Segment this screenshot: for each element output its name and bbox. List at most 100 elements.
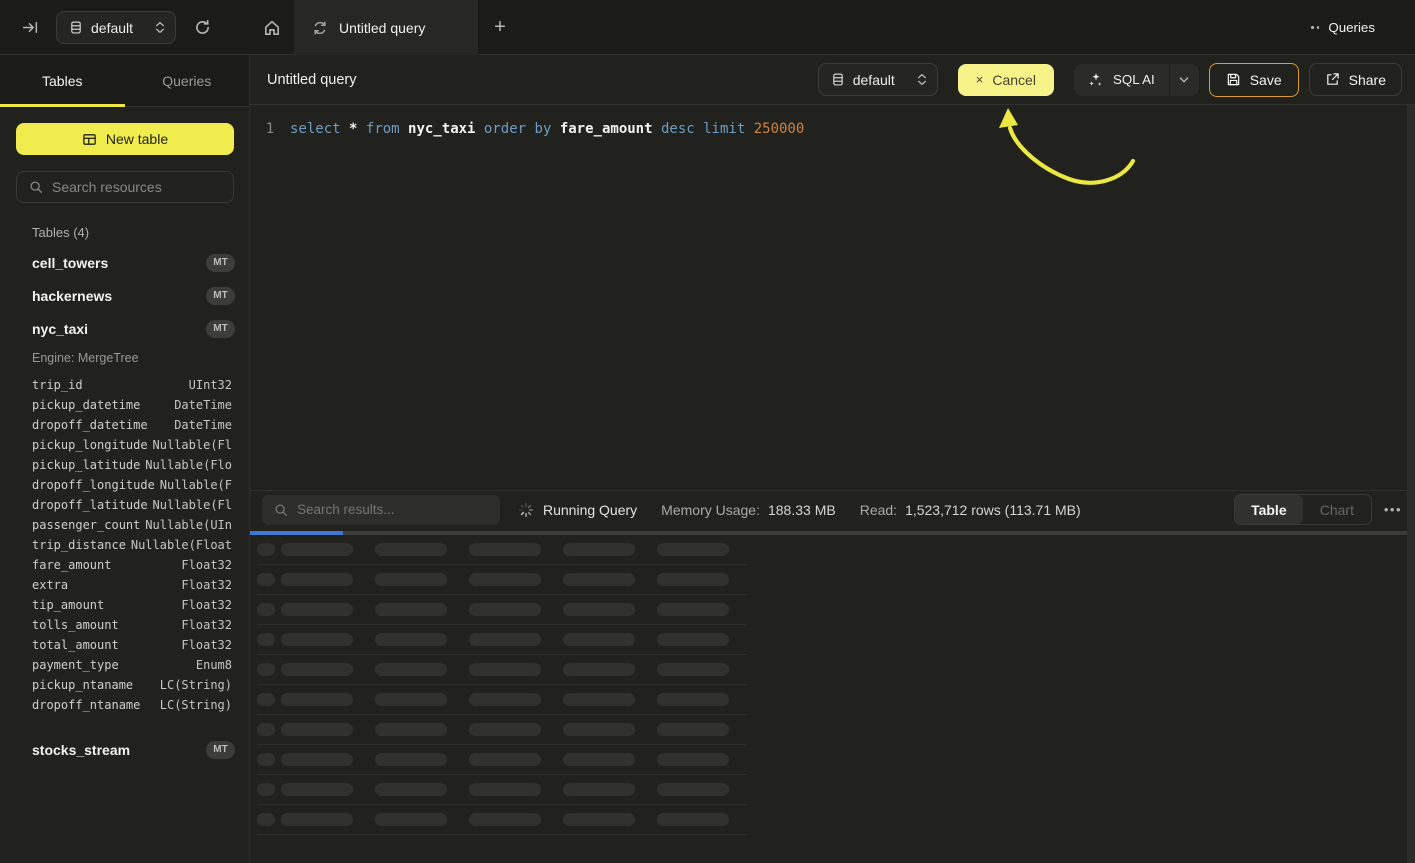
top-bar: default: [0, 0, 1415, 55]
column-name: fare_amount: [32, 558, 111, 572]
column-type: Float32: [181, 578, 232, 592]
skeleton-cell: [257, 723, 275, 736]
skeleton-row: [257, 535, 747, 565]
home-button[interactable]: [250, 0, 294, 55]
share-button[interactable]: Share: [1309, 63, 1402, 96]
query-header: Untitled query default × Cancel: [250, 55, 1415, 105]
column-row: dropoff_latitudeNullable(Fl: [0, 495, 249, 515]
sidebar-tabs: Tables Queries: [0, 55, 249, 107]
cancel-button[interactable]: × Cancel: [958, 64, 1054, 96]
sql-token: [653, 121, 661, 137]
skeleton-cell: [469, 573, 541, 586]
sql-token: [357, 121, 365, 137]
skeleton-cell: [257, 783, 275, 796]
table-item[interactable]: nyc_taxiMT: [0, 312, 249, 345]
new-tab-button[interactable]: +: [478, 0, 522, 55]
column-name: dropoff_datetime: [32, 418, 148, 432]
column-row: trip_idUInt32: [0, 375, 249, 395]
search-resources-input[interactable]: [52, 179, 221, 195]
skeleton-cell: [375, 633, 447, 646]
table-item[interactable]: stocks_streamMT: [0, 733, 249, 766]
sql-token: by: [535, 121, 552, 137]
column-row: dropoff_ntanameLC(String): [0, 695, 249, 715]
tab-label: Untitled query: [339, 20, 425, 36]
sql-ai-dropdown-button[interactable]: [1169, 64, 1199, 96]
column-row: payment_typeEnum8: [0, 655, 249, 675]
sql-ai-label: SQL AI: [1113, 72, 1155, 87]
column-row: dropoff_datetimeDateTime: [0, 415, 249, 435]
code-line: 1 select * from nyc_taxi order by fare_a…: [250, 118, 1407, 140]
sql-editor[interactable]: 1 select * from nyc_taxi order by fare_a…: [250, 105, 1407, 490]
database-selector-top[interactable]: default: [56, 11, 176, 44]
engine-badge: MT: [206, 254, 235, 272]
top-bar-left: default: [0, 0, 250, 55]
plus-icon: +: [494, 16, 506, 39]
skeleton-cell: [375, 693, 447, 706]
column-name: dropoff_latitude: [32, 498, 148, 512]
search-results-input[interactable]: [297, 502, 488, 517]
skeleton-cell: [563, 663, 635, 676]
sidebar-tab-tables[interactable]: Tables: [0, 55, 125, 106]
skeleton-cell: [281, 783, 353, 796]
skeleton-row: [257, 565, 747, 595]
table-item[interactable]: cell_towersMT: [0, 246, 249, 279]
skeleton-cell: [469, 543, 541, 556]
database-selector-value: default: [91, 20, 147, 36]
table-name: hackernews: [32, 288, 112, 304]
skeleton-cell: [469, 723, 541, 736]
sidebar-tab-queries[interactable]: Queries: [125, 55, 250, 106]
column-type: LC(String): [160, 698, 232, 712]
column-type: Float32: [181, 618, 232, 632]
read-label: Read:: [860, 502, 897, 518]
results-search: [262, 495, 500, 525]
skeleton-cell: [563, 723, 635, 736]
arrow-bar-right-icon: [22, 19, 39, 36]
engine-badge: MT: [206, 287, 235, 305]
skeleton-cell: [657, 723, 729, 736]
save-button[interactable]: Save: [1209, 63, 1299, 97]
table-item[interactable]: hackernews MT: [0, 279, 249, 312]
scrollbar[interactable]: [1407, 105, 1415, 863]
column-name: passenger_count: [32, 518, 140, 532]
tables-section-header: Tables (4): [32, 225, 233, 240]
sql-ai-button[interactable]: SQL AI: [1074, 64, 1169, 96]
toggle-chart[interactable]: Chart: [1303, 495, 1371, 524]
sql-ai-button-group: SQL AI: [1074, 64, 1199, 96]
skeleton-cell: [281, 693, 353, 706]
skeleton-cell: [657, 693, 729, 706]
column-name: pickup_longitude: [32, 438, 148, 452]
sql-token: select: [290, 121, 341, 137]
ellipsis-icon: •••: [1384, 502, 1402, 517]
sql-token: [341, 121, 349, 137]
database-icon: [69, 20, 83, 35]
queries-link[interactable]: Queries: [1311, 20, 1375, 35]
collapse-sidebar-button[interactable]: [16, 14, 44, 42]
skeleton-row: [257, 805, 747, 835]
more-options-button[interactable]: •••: [1384, 502, 1402, 517]
refresh-button[interactable]: [188, 14, 216, 42]
refresh-icon: [194, 19, 211, 36]
skeleton-cell: [281, 753, 353, 766]
skeleton-cell: [281, 543, 353, 556]
skeleton-cell: [257, 693, 275, 706]
skeleton-cell: [657, 753, 729, 766]
results-toolbar: Running Query Memory Usage: 188.33 MB Re…: [250, 490, 1415, 528]
skeleton-cell: [563, 813, 635, 826]
save-label: Save: [1250, 72, 1282, 88]
sidebar-search: [16, 171, 234, 203]
skeleton-cell: [257, 603, 275, 616]
share-icon: [1325, 72, 1340, 87]
search-icon: [274, 503, 288, 517]
new-table-button[interactable]: New table: [16, 123, 234, 155]
column-type: Float32: [181, 558, 232, 572]
sql-token: limit: [703, 121, 745, 137]
skeleton-cell: [281, 573, 353, 586]
column-name: extra: [32, 578, 68, 592]
skeleton-cell: [375, 573, 447, 586]
tab-untitled-query[interactable]: Untitled query: [294, 0, 478, 55]
skeleton-cell: [281, 813, 353, 826]
database-selector[interactable]: default: [818, 63, 938, 96]
column-name: trip_id: [32, 378, 83, 392]
toggle-table[interactable]: Table: [1235, 495, 1303, 524]
query-progress-bar: [250, 531, 1415, 535]
